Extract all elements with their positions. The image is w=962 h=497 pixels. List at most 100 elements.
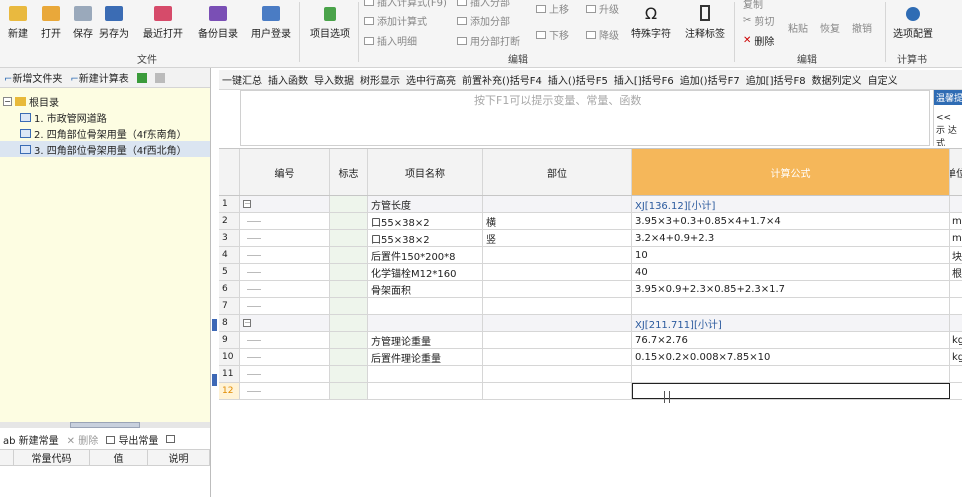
tree-item[interactable]: 2. 四角部位骨架用量（4f东南角） (0, 125, 210, 141)
row-unit[interactable] (950, 366, 962, 382)
row-part[interactable] (483, 332, 632, 348)
row-code[interactable] (240, 349, 330, 365)
row-name[interactable]: 方管理论重量 (368, 332, 483, 348)
table-row[interactable]: 8− XJ[211.711][小计] (219, 315, 962, 332)
row-name[interactable]: 方管长度 (368, 196, 483, 212)
main-toolbar-item[interactable]: 导入数据 (311, 72, 357, 87)
row-flag[interactable] (330, 213, 368, 229)
collapse-icon[interactable]: − (243, 200, 251, 208)
row-name[interactable]: 后置件150*200*8 (368, 247, 483, 263)
table-row[interactable]: 9 方管理论重量 76.7×2.76 kg (219, 332, 962, 349)
row-formula[interactable]: 0.15×0.2×0.008×7.85×10 (632, 349, 950, 365)
row-name[interactable]: 口55×38×2 (368, 230, 483, 246)
new-folder-button[interactable]: ⌐新增文件夹 (4, 70, 62, 85)
file-button-6[interactable]: 用户登录 (248, 0, 294, 40)
tree-item[interactable]: 3. 四角部位骨架用量（4f西北角） (0, 141, 210, 157)
table-row[interactable]: 2 口55×38×2 横 3.95×3+0.3+0.85×4+1.7×4 m (219, 213, 962, 230)
row-flag[interactable] (330, 383, 368, 399)
row-name[interactable]: 化学锚栓M12*160 (368, 264, 483, 280)
row-part[interactable]: 横 (483, 213, 632, 229)
row-code[interactable] (240, 332, 330, 348)
table-row[interactable]: 5 化学锚栓M12*160 40 根 (219, 264, 962, 281)
row-code[interactable] (240, 247, 330, 263)
row-code[interactable] (240, 213, 330, 229)
row-name[interactable] (368, 383, 483, 399)
file-button-5[interactable]: 备份目录 (195, 0, 241, 40)
row-unit[interactable]: m (950, 213, 962, 229)
table-row[interactable]: 6 骨架面积 3.95×0.9+2.3×0.85+2.3×1.7 (219, 281, 962, 298)
main-toolbar-item[interactable]: 追加[]括号F8 (743, 72, 809, 87)
row-code[interactable]: − (240, 196, 330, 212)
table-row[interactable]: 12 (219, 383, 962, 400)
row-name[interactable]: 骨架面积 (368, 281, 483, 297)
demote-button[interactable]: 降级 (586, 27, 619, 42)
delete-button[interactable]: ✕ 删除 (743, 33, 774, 48)
project-option-button[interactable]: 项目选项 (306, 0, 354, 40)
table-row[interactable]: 3 口55×38×2 竖 3.2×4+0.9+2.3 m (219, 230, 962, 247)
delete-constant-button[interactable]: ✕ 删除 (67, 432, 99, 447)
main-toolbar-item[interactable]: 前置补充()括号F4 (459, 72, 545, 87)
tree-root[interactable]: − 根目录 (0, 93, 210, 109)
new-sheet-button[interactable]: ⌐新建计算表 (70, 70, 128, 85)
row-code[interactable] (240, 383, 330, 399)
header-flag[interactable]: 标志 (330, 149, 368, 195)
file-button-0[interactable]: 新建 (3, 0, 33, 40)
row-flag[interactable] (330, 264, 368, 280)
main-toolbar-item[interactable]: 插入[]括号F6 (611, 72, 677, 87)
collapse-icon[interactable]: − (3, 96, 12, 106)
insert-section-button[interactable]: 插入分部 (457, 0, 510, 9)
move-up-green-icon[interactable] (136, 72, 147, 83)
file-button-1[interactable]: 打开 (36, 0, 66, 40)
row-flag[interactable] (330, 366, 368, 382)
main-toolbar-item[interactable]: 树形显示 (357, 72, 403, 87)
row-unit[interactable] (950, 315, 962, 331)
table-row[interactable]: 4 后置件150*200*8 10 块 (219, 247, 962, 264)
collapse-icon[interactable]: − (243, 319, 251, 327)
row-code[interactable] (240, 298, 330, 314)
row-code[interactable] (240, 366, 330, 382)
row-flag[interactable] (330, 247, 368, 263)
row-name[interactable] (368, 298, 483, 314)
table-row[interactable]: 7 (219, 298, 962, 315)
tree-item[interactable]: 1. 市政管网道路 (0, 109, 210, 125)
header-unit[interactable]: 单位 (950, 149, 962, 195)
row-unit[interactable] (950, 196, 962, 212)
row-part[interactable] (483, 281, 632, 297)
splitter-grip[interactable] (70, 422, 140, 428)
cut-button[interactable]: ✂ 剪切 (743, 13, 774, 28)
row-formula[interactable] (632, 383, 950, 399)
row-flag[interactable] (330, 196, 368, 212)
row-drag-handle[interactable] (212, 374, 217, 386)
copy-button[interactable]: 复制 (743, 0, 763, 11)
row-name[interactable] (368, 315, 483, 331)
row-flag[interactable] (330, 298, 368, 314)
row-flag[interactable] (330, 332, 368, 348)
insert-formula-button[interactable]: 插入计算式(F9) (364, 0, 447, 9)
row-formula[interactable]: XJ[136.12][小计] (632, 196, 950, 212)
row-unit[interactable]: 根 (950, 264, 962, 280)
main-toolbar-item[interactable]: 追加()括号F7 (677, 72, 743, 87)
row-name[interactable] (368, 366, 483, 382)
row-formula[interactable]: 40 (632, 264, 950, 280)
main-toolbar-item[interactable]: 插入()括号F5 (545, 72, 611, 87)
undo-button[interactable]: 撤销 (852, 20, 872, 35)
row-formula[interactable] (632, 298, 950, 314)
row-formula[interactable]: 3.2×4+0.9+2.3 (632, 230, 950, 246)
row-code[interactable] (240, 281, 330, 297)
split-section-button[interactable]: 用分部打断 (457, 33, 520, 48)
row-flag[interactable] (330, 281, 368, 297)
panel-splitter[interactable] (0, 422, 210, 428)
row-code[interactable] (240, 230, 330, 246)
main-toolbar-item[interactable]: 数据列定义 (809, 72, 865, 87)
row-unit[interactable]: 块 (950, 247, 962, 263)
row-part[interactable] (483, 196, 632, 212)
row-formula[interactable] (632, 366, 950, 382)
row-formula[interactable]: 76.7×2.76 (632, 332, 950, 348)
row-unit[interactable] (950, 383, 962, 399)
main-toolbar-item[interactable]: 自定义 (865, 72, 901, 87)
restore-button[interactable]: 恢复 (820, 20, 840, 35)
row-part[interactable] (483, 349, 632, 365)
row-code[interactable]: − (240, 315, 330, 331)
row-part[interactable] (483, 264, 632, 280)
row-formula[interactable]: XJ[211.711][小计] (632, 315, 950, 331)
